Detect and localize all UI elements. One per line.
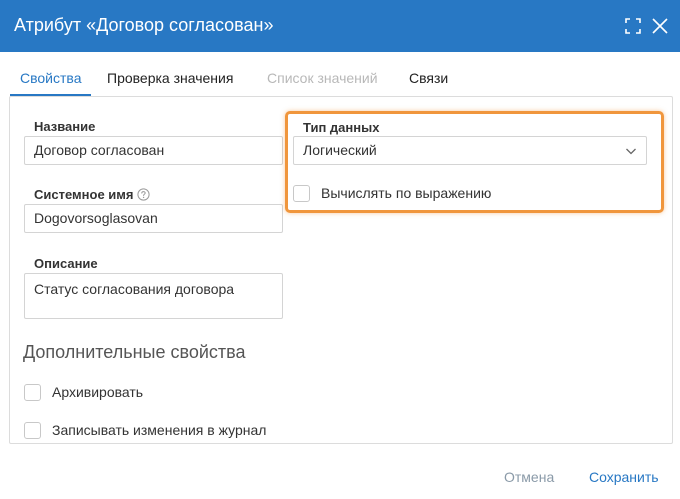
additional-properties-title: Дополнительные свойства <box>23 342 246 362</box>
system-name-label-text: Системное имя <box>34 187 134 202</box>
compute-by-expression-row: Вычислять по выражению <box>293 184 553 204</box>
archive-row: Архивировать <box>24 383 224 403</box>
question-circle-icon[interactable] <box>137 188 151 201</box>
dialog-header: Атрибут «Договор согласован» <box>0 0 680 52</box>
name-value: Договор согласован <box>34 142 165 158</box>
dialog-title: Атрибут «Договор согласован» <box>14 15 274 35</box>
archive-label: Архивировать <box>52 384 144 400</box>
tab-value-list: Список значений <box>267 70 378 86</box>
name-field[interactable]: Договор согласован <box>24 136 283 165</box>
description-label: Описание <box>34 256 98 271</box>
compute-by-expression-checkbox[interactable] <box>293 185 310 202</box>
description-value: Статус согласования договора <box>34 281 235 297</box>
log-changes-label: Записывать изменения в журнал <box>52 422 267 438</box>
name-label: Название <box>34 119 96 134</box>
description-field[interactable]: Статус согласования договора <box>24 273 283 319</box>
tab-value-check[interactable]: Проверка значения <box>107 66 233 96</box>
log-changes-row: Записывать изменения в журнал <box>24 421 304 441</box>
close-icon[interactable] <box>648 14 672 38</box>
system-name-label: Системное имя <box>34 187 151 202</box>
system-name-value: Dogovorsoglasovan <box>34 210 158 226</box>
system-name-field[interactable]: Dogovorsoglasovan <box>24 204 283 233</box>
save-button[interactable]: Сохранить <box>589 469 659 485</box>
log-changes-checkbox[interactable] <box>24 422 41 439</box>
expand-icon[interactable] <box>621 14 645 38</box>
tab-relations[interactable]: Связи <box>409 66 448 96</box>
data-type-value: Логический <box>303 142 377 158</box>
data-type-select[interactable]: Логический <box>293 136 647 165</box>
archive-checkbox[interactable] <box>24 384 41 401</box>
chevron-down-icon <box>625 145 637 157</box>
compute-by-expression-label: Вычислять по выражению <box>321 185 492 201</box>
cancel-button[interactable]: Отмена <box>504 469 554 485</box>
data-type-label: Тип данных <box>303 120 380 135</box>
tab-properties[interactable]: Свойства <box>10 66 92 96</box>
